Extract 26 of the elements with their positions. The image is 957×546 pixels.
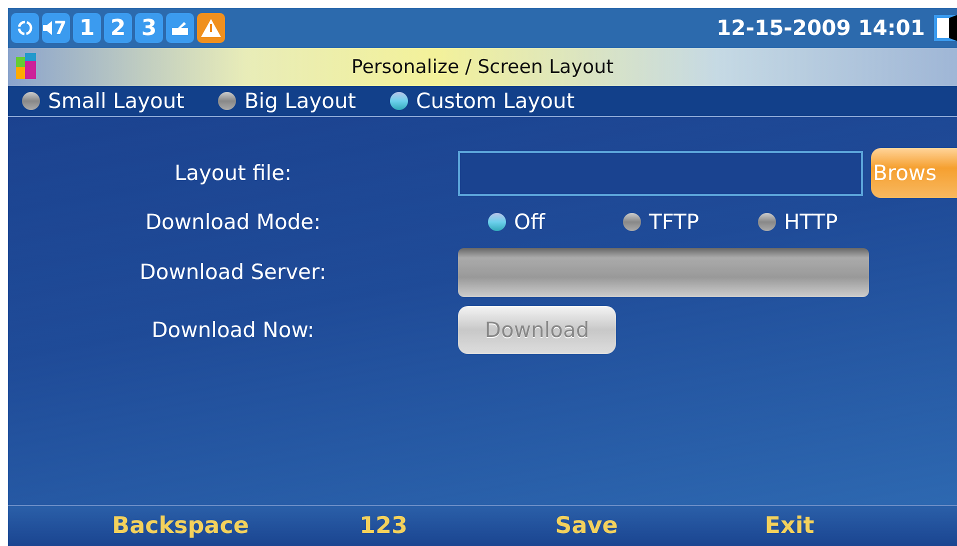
line-indicator[interactable]: 2 [104, 13, 132, 43]
layout-tab[interactable]: Small Layout [22, 89, 184, 113]
softkey[interactable]: Exit [764, 513, 814, 539]
softkey[interactable]: Backspace [112, 513, 249, 539]
field-label: Download Mode: [145, 210, 321, 234]
layout-tab[interactable]: Custom Layout [390, 89, 575, 113]
mode-radio[interactable]: TFTP [623, 210, 758, 234]
line-indicator[interactable]: 1 [73, 13, 101, 43]
battery-icon [934, 15, 957, 41]
field-label: Layout file: [174, 161, 292, 185]
mode-radio[interactable]: HTTP [758, 210, 893, 234]
softkey[interactable]: Save [555, 513, 618, 539]
speaker-icon [42, 13, 54, 43]
warning-icon [197, 13, 225, 43]
sync-icon [11, 13, 39, 43]
softkey[interactable]: 123 [359, 513, 408, 539]
layout-tab[interactable]: Big Layout [218, 89, 356, 113]
mode-radio[interactable]: Off [488, 210, 623, 234]
layout-file-field[interactable] [458, 150, 863, 196]
screen-title: Personalize / Screen Layout [351, 56, 614, 78]
date-time: 12-15-2009 14:01 [716, 16, 925, 40]
field-label: Download Now: [152, 318, 314, 342]
tray-icon [166, 13, 194, 43]
field-label: Download Server: [140, 260, 326, 284]
line-indicator[interactable]: 3 [135, 13, 163, 43]
volume-level: 7 [54, 13, 70, 43]
